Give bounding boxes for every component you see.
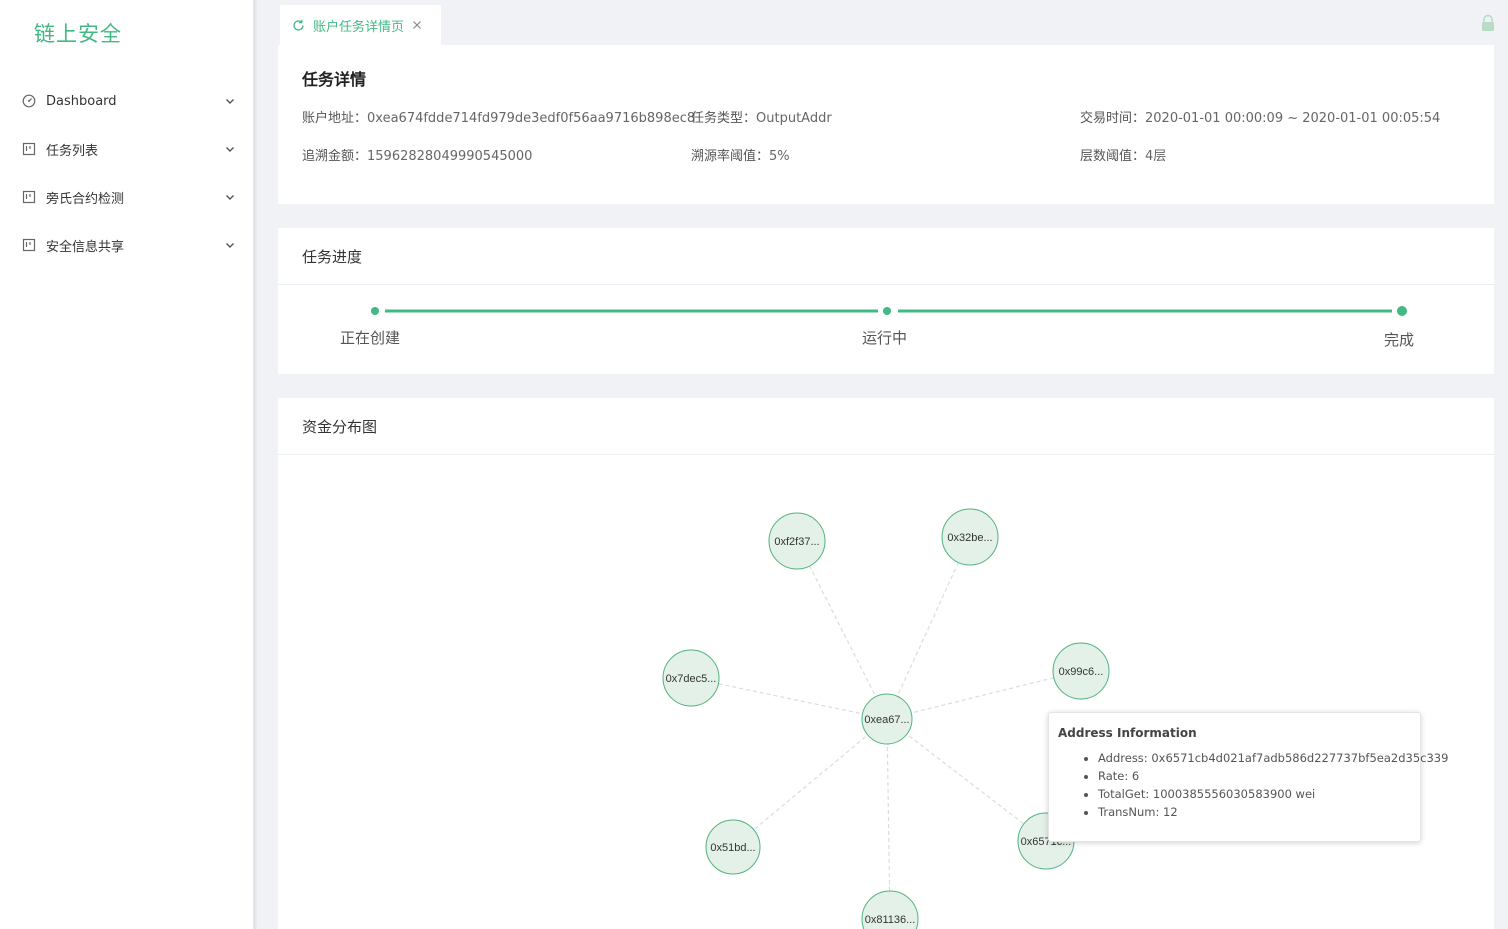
- task-progress-card: 任务进度 正在创建 运行中 完成: [278, 228, 1494, 374]
- sidebar-divider: [254, 0, 258, 929]
- sidebar-item-dashboard[interactable]: Dashboard: [0, 77, 254, 125]
- graph-edge: [732, 718, 888, 848]
- node-label: 0xea67...: [864, 714, 909, 726]
- close-icon[interactable]: [411, 19, 423, 31]
- step-dot: [883, 307, 891, 315]
- sidebar-item-ponzi-detection[interactable]: 旁氏合约检测: [0, 173, 254, 221]
- field-label: 交易时间：: [1080, 111, 1146, 126]
- fund-graph[interactable]: 0xf2f37... 0x32be... 0x7dec5... 0x99c6... 0x…: [278, 455, 1494, 929]
- field-label: 溯源率阈值：: [691, 149, 770, 164]
- trade-time-field: 交易时间：2020-01-01 00:00:09 ~ 2020-01-01 00…: [1080, 107, 1440, 126]
- node-label: 0x7dec5...: [666, 673, 717, 685]
- address-tooltip: Address Information Address: 0x6571cb4d0…: [1048, 712, 1448, 842]
- field-value: 4层: [1145, 149, 1167, 164]
- tooltip-item: Rate: 6: [1098, 767, 1411, 785]
- fund-graph-card: 资金分布图 0xf2f37... 0x32be... 0x7dec5... 0x99c…: [278, 398, 1494, 929]
- dashboard-icon: [22, 94, 36, 108]
- graph-node[interactable]: 0x32be...: [941, 508, 999, 566]
- sidebar-item-task-list[interactable]: 任务列表: [0, 125, 254, 173]
- field-label: 任务类型：: [691, 111, 757, 126]
- graph-edge: [886, 536, 971, 720]
- step-dot: [1397, 306, 1407, 316]
- graph-title: 资金分布图: [278, 398, 1494, 455]
- chevron-down-icon: [224, 95, 236, 107]
- tab-account-task-detail[interactable]: 账户任务详情页: [280, 5, 441, 45]
- chevron-down-icon: [224, 143, 236, 155]
- step-label-done: 完成: [1384, 331, 1415, 349]
- tooltip-item: TransNum: 12: [1098, 803, 1411, 821]
- rate-threshold-field: 溯源率阈值：5%: [691, 145, 790, 164]
- sidebar-item-label: Dashboard: [46, 93, 117, 109]
- graph-edge: [886, 718, 1047, 842]
- field-value: OutputAddr: [756, 111, 832, 126]
- graph-edge: [886, 718, 891, 920]
- node-label: 0x51bd...: [710, 842, 755, 854]
- node-label: 0x81136...: [865, 914, 916, 926]
- field-value: 5%: [769, 149, 790, 164]
- graph-center-node[interactable]: 0xea67...: [861, 693, 913, 745]
- app-logo: 链上安全: [34, 22, 122, 46]
- graph-node[interactable]: 0x99c6...: [1052, 642, 1110, 700]
- progress-title: 任务进度: [278, 228, 1494, 285]
- graph-edge: [690, 677, 888, 720]
- sidebar-menu: Dashboard 任务列表 旁氏合约检测 安全信息共享: [0, 77, 254, 269]
- graph-node[interactable]: 0x7dec5...: [662, 649, 720, 707]
- account-address-field: 账户地址：0xea674fdde714fd979de3edf0f56aa9716…: [302, 107, 695, 126]
- tooltip-item: Address: 0x6571cb4d021af7adb586d227737bf…: [1098, 749, 1448, 767]
- sidebar-item-label: 旁氏合约检测: [46, 191, 125, 207]
- task-detail-card: 任务详情 账户地址：0xea674fdde714fd979de3edf0f56a…: [278, 45, 1494, 204]
- form-icon: [22, 190, 36, 204]
- trace-amount-field: 追溯金额：15962828049990545000: [302, 145, 532, 164]
- step-label-creating: 正在创建: [340, 329, 401, 347]
- graph-node[interactable]: 0x51bd...: [705, 819, 761, 875]
- graph-node[interactable]: 0x81136...: [861, 890, 919, 929]
- sidebar-item-security-sharing[interactable]: 安全信息共享: [0, 221, 254, 269]
- form-icon: [22, 142, 36, 156]
- chevron-down-icon: [224, 191, 236, 203]
- field-value: 0xea674fdde714fd979de3edf0f56aa9716b898e…: [367, 111, 696, 126]
- refresh-icon: [292, 19, 305, 32]
- tooltip-item: TotalGet: 1000385556030583900 wei: [1098, 785, 1411, 803]
- tab-bar: 账户任务详情页: [258, 0, 1508, 45]
- lock-icon[interactable]: [1480, 14, 1496, 32]
- step-dot: [371, 307, 379, 315]
- page-title: 任务详情: [302, 70, 367, 89]
- chevron-down-icon: [224, 239, 236, 251]
- sidebar-item-label: 任务列表: [46, 143, 99, 159]
- progress-steps: [371, 306, 1407, 316]
- tooltip-title: Address Information: [1058, 726, 1197, 740]
- graph-edge: [796, 540, 888, 720]
- field-value: 15962828049990545000: [367, 149, 533, 164]
- field-label: 账户地址：: [302, 111, 368, 126]
- field-label: 层数阈值：: [1080, 149, 1146, 164]
- node-label: 0x32be...: [947, 532, 992, 544]
- layer-threshold-field: 层数阈值：4层: [1080, 145, 1166, 164]
- step-label-running: 运行中: [862, 329, 908, 347]
- field-value: 2020-01-01 00:00:09 ~ 2020-01-01 00:05:5…: [1145, 111, 1441, 126]
- node-label: 0x99c6...: [1059, 666, 1104, 678]
- tooltip-list: Address: 0x6571cb4d021af7adb586d227737bf…: [1058, 749, 1448, 821]
- sidebar: 链上安全 Dashboard 任务列表 旁氏合约检测 安全信息共享: [0, 0, 254, 929]
- node-label: 0xf2f37...: [774, 536, 819, 548]
- sidebar-item-label: 安全信息共享: [46, 239, 125, 255]
- graph-node[interactable]: 0xf2f37...: [768, 512, 826, 570]
- form-icon: [22, 238, 36, 252]
- field-label: 追溯金额：: [302, 149, 368, 164]
- tab-label: 账户任务详情页: [313, 19, 405, 35]
- task-type-field: 任务类型：OutputAddr: [691, 107, 832, 126]
